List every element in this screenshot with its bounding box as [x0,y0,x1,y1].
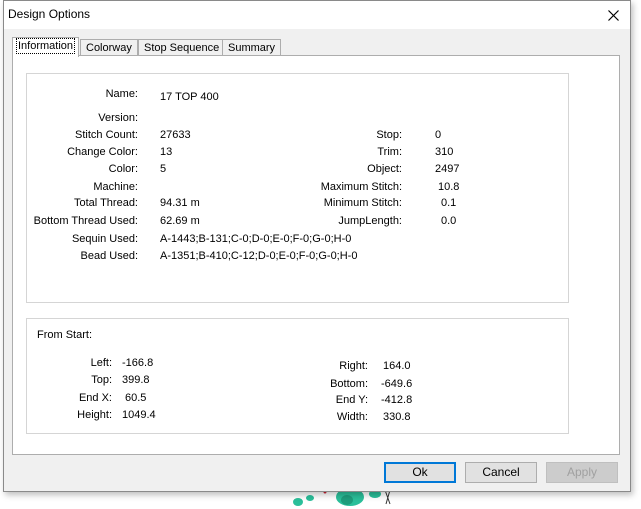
tab-information[interactable]: Information [12,37,80,57]
name-label: Name: [105,88,138,100]
stop-label: Stop: [376,129,402,141]
jump-length-value: 0.0 [441,215,457,227]
width-value: 330.8 [383,411,411,423]
name-value: 17 TOP 400 [160,91,219,103]
bottom-label: Bottom: [330,378,368,390]
bottom-thread-used-value: 62.69 m [160,215,200,227]
total-thread-label: Total Thread: [73,197,138,209]
design-options-dialog: Design Options Information Colorway Stop… [3,0,631,492]
apply-button[interactable]: Apply [546,462,618,483]
object-label: Object: [367,163,402,175]
cancel-button[interactable]: Cancel [465,462,537,483]
height-label: Height: [77,409,112,421]
title-bar: Design Options [4,1,630,29]
minimum-stitch-label: Minimum Stitch: [323,197,402,209]
bottom-value: -649.6 [381,378,413,390]
width-label: Width: [336,411,368,423]
bottom-thread-used-label: Bottom Thread Used: [33,215,138,227]
design-info-group: Name: 17 TOP 400 Version: Stitch Count: … [26,73,569,303]
change-color-label: Change Color: [67,146,138,158]
bead-used-label: Bead Used: [80,250,138,262]
version-label: Version: [98,112,138,124]
from-start-heading: From Start: [37,329,93,341]
change-color-value: 13 [160,146,173,158]
end-y-value: -412.8 [381,394,413,406]
trim-label: Trim: [377,146,402,158]
machine-label: Machine: [93,181,138,193]
right-value: 164.0 [383,360,411,372]
stop-value: 0 [435,129,442,141]
jump-length-label: JumpLength: [338,215,402,227]
object-value: 2497 [435,163,460,175]
end-y-label: End Y: [335,394,368,406]
height-value: 1049.4 [122,409,156,421]
maximum-stitch-value: 10.8 [438,181,460,193]
stitch-count-value: 27633 [160,129,191,141]
from-start-group: From Start: Left: -166.8 Top: 399.8 End … [26,318,569,434]
right-label: Right: [339,360,368,372]
top-value: 399.8 [122,374,150,386]
stitch-count-label: Stitch Count: [75,129,138,141]
end-x-label: End X: [78,392,112,404]
tab-summary[interactable]: Summary [222,39,282,56]
close-icon [607,9,619,21]
left-value: -166.8 [122,357,154,369]
color-label: Color: [108,163,138,175]
total-thread-value: 94.31 m [160,197,200,209]
information-tab-page: Name: 17 TOP 400 Version: Stitch Count: … [12,55,620,455]
minimum-stitch-value: 0.1 [441,197,457,209]
end-x-value: 60.5 [125,392,147,404]
tab-stop-sequence[interactable]: Stop Sequence [138,39,226,56]
trim-value: 310 [435,146,454,158]
left-label: Left: [90,357,112,369]
close-button[interactable] [596,1,630,29]
sequin-used-value: A-1443;B-131;C-0;D-0;E-0;F-0;G-0;H-0 [160,233,352,245]
color-value: 5 [160,163,167,175]
dialog-title: Design Options [8,7,91,21]
top-label: Top: [91,374,112,386]
tab-colorway[interactable]: Colorway [80,39,138,56]
maximum-stitch-label: Maximum Stitch: [320,181,402,193]
sequin-used-label: Sequin Used: [71,233,138,245]
ok-button[interactable]: Ok [384,462,456,483]
bead-used-value: A-1351;B-410;C-12;D-0;E-0;F-0;G-0;H-0 [160,250,358,262]
